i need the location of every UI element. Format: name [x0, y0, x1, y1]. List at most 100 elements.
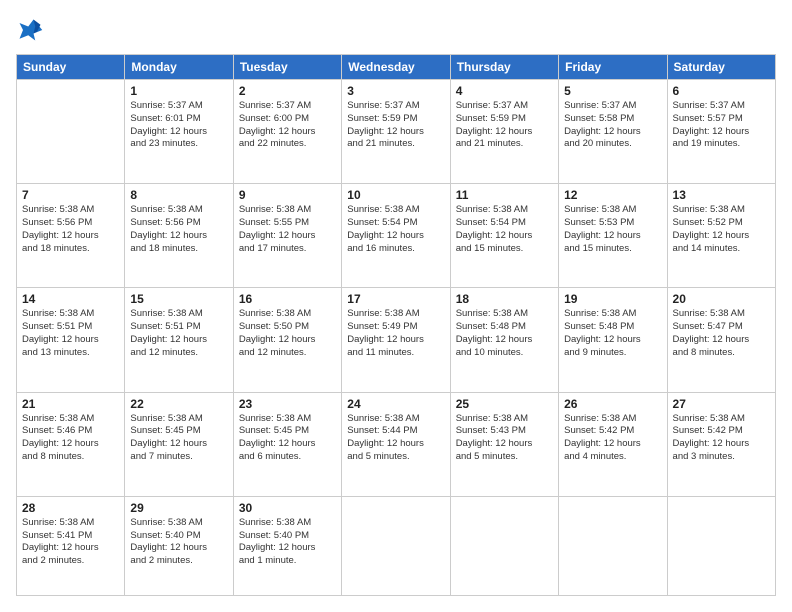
calendar-cell: 15 Sunrise: 5:38 AM Sunset: 5:51 PM Dayli…	[125, 288, 233, 392]
day-info: Sunrise: 5:38 AM Sunset: 5:48 PM Dayligh…	[456, 308, 553, 359]
week-row-4: 28 Sunrise: 5:38 AM Sunset: 5:41 PM Dayli…	[17, 496, 776, 595]
day-number: 7	[22, 188, 119, 202]
day-number: 22	[130, 397, 227, 411]
day-number: 3	[347, 84, 444, 98]
calendar-cell: 19 Sunrise: 5:38 AM Sunset: 5:48 PM Dayli…	[559, 288, 667, 392]
calendar-cell: 1 Sunrise: 5:37 AM Sunset: 6:01 PM Daylig…	[125, 80, 233, 184]
day-number: 19	[564, 292, 661, 306]
calendar-cell: 24Sunrise: 5:38 AM Sunset: 5:44 PM Dayli…	[342, 392, 450, 496]
day-info: Sunrise: 5:38 AM Sunset: 5:52 PM Dayligh…	[673, 204, 770, 255]
calendar-cell: 27 Sunrise: 5:38 AM Sunset: 5:42 PM Dayli…	[667, 392, 775, 496]
calendar-cell: 13 Sunrise: 5:38 AM Sunset: 5:52 PM Dayli…	[667, 184, 775, 288]
day-number: 30	[239, 501, 336, 515]
day-info: Sunrise: 5:38 AM Sunset: 5:40 PM Dayligh…	[239, 517, 336, 568]
day-info: Sunrise: 5:38 AM Sunset: 5:45 PM Dayligh…	[239, 413, 336, 464]
calendar-cell: 30 Sunrise: 5:38 AM Sunset: 5:40 PM Dayli…	[233, 496, 341, 595]
day-number: 9	[239, 188, 336, 202]
day-number: 17	[347, 292, 444, 306]
day-number: 11	[456, 188, 553, 202]
calendar-cell	[559, 496, 667, 595]
calendar-cell	[342, 496, 450, 595]
calendar-cell	[450, 496, 558, 595]
day-number: 12	[564, 188, 661, 202]
calendar-cell: 26 Sunrise: 5:38 AM Sunset: 5:42 PM Dayli…	[559, 392, 667, 496]
day-number: 16	[239, 292, 336, 306]
day-info: Sunrise: 5:38 AM Sunset: 5:45 PM Dayligh…	[130, 413, 227, 464]
day-info: Sunrise: 5:38 AM Sunset: 5:56 PM Dayligh…	[22, 204, 119, 255]
calendar-cell	[667, 496, 775, 595]
day-info: Sunrise: 5:38 AM Sunset: 5:50 PM Dayligh…	[239, 308, 336, 359]
day-number: 28	[22, 501, 119, 515]
calendar-cell: 8 Sunrise: 5:38 AM Sunset: 5:56 PM Daylig…	[125, 184, 233, 288]
day-number: 26	[564, 397, 661, 411]
calendar-cell: 3 Sunrise: 5:37 AM Sunset: 5:59 PM Daylig…	[342, 80, 450, 184]
calendar-cell: 20 Sunrise: 5:38 AM Sunset: 5:47 PM Dayli…	[667, 288, 775, 392]
day-number: 27	[673, 397, 770, 411]
week-row-2: 14Sunrise: 5:38 AM Sunset: 5:51 PM Dayli…	[17, 288, 776, 392]
week-row-3: 21 Sunrise: 5:38 AM Sunset: 5:46 PM Dayli…	[17, 392, 776, 496]
calendar-cell	[17, 80, 125, 184]
day-info: Sunrise: 5:38 AM Sunset: 5:40 PM Dayligh…	[130, 517, 227, 568]
day-info: Sunrise: 5:38 AM Sunset: 5:42 PM Dayligh…	[564, 413, 661, 464]
day-number: 24	[347, 397, 444, 411]
weekday-header-tuesday: Tuesday	[233, 55, 341, 80]
calendar-cell: 17 Sunrise: 5:38 AM Sunset: 5:49 PM Dayli…	[342, 288, 450, 392]
day-info: Sunrise: 5:37 AM Sunset: 5:59 PM Dayligh…	[456, 100, 553, 151]
day-info: Sunrise: 5:38 AM Sunset: 5:48 PM Dayligh…	[564, 308, 661, 359]
day-number: 25	[456, 397, 553, 411]
week-row-1: 7 Sunrise: 5:38 AM Sunset: 5:56 PM Daylig…	[17, 184, 776, 288]
calendar-cell: 25 Sunrise: 5:38 AM Sunset: 5:43 PM Dayli…	[450, 392, 558, 496]
day-info: Sunrise: 5:38 AM Sunset: 5:55 PM Dayligh…	[239, 204, 336, 255]
page: SundayMondayTuesdayWednesdayThursdayFrid…	[0, 0, 792, 612]
day-info: Sunrise: 5:38 AM Sunset: 5:41 PM Dayligh…	[22, 517, 119, 568]
calendar-cell: 2 Sunrise: 5:37 AM Sunset: 6:00 PM Daylig…	[233, 80, 341, 184]
calendar-cell: 14Sunrise: 5:38 AM Sunset: 5:51 PM Dayli…	[17, 288, 125, 392]
calendar-cell: 5 Sunrise: 5:37 AM Sunset: 5:58 PM Daylig…	[559, 80, 667, 184]
day-number: 18	[456, 292, 553, 306]
day-info: Sunrise: 5:37 AM Sunset: 5:59 PM Dayligh…	[347, 100, 444, 151]
calendar-cell: 16 Sunrise: 5:38 AM Sunset: 5:50 PM Dayli…	[233, 288, 341, 392]
day-number: 23	[239, 397, 336, 411]
day-info: Sunrise: 5:38 AM Sunset: 5:47 PM Dayligh…	[673, 308, 770, 359]
day-info: Sunrise: 5:38 AM Sunset: 5:54 PM Dayligh…	[456, 204, 553, 255]
day-number: 2	[239, 84, 336, 98]
day-number: 13	[673, 188, 770, 202]
weekday-header-saturday: Saturday	[667, 55, 775, 80]
day-number: 20	[673, 292, 770, 306]
day-number: 4	[456, 84, 553, 98]
day-number: 6	[673, 84, 770, 98]
day-number: 8	[130, 188, 227, 202]
calendar-cell: 21 Sunrise: 5:38 AM Sunset: 5:46 PM Dayli…	[17, 392, 125, 496]
calendar-cell: 7 Sunrise: 5:38 AM Sunset: 5:56 PM Daylig…	[17, 184, 125, 288]
day-number: 5	[564, 84, 661, 98]
calendar-cell: 18 Sunrise: 5:38 AM Sunset: 5:48 PM Dayli…	[450, 288, 558, 392]
calendar-cell: 29Sunrise: 5:38 AM Sunset: 5:40 PM Dayli…	[125, 496, 233, 595]
weekday-header-wednesday: Wednesday	[342, 55, 450, 80]
day-info: Sunrise: 5:38 AM Sunset: 5:56 PM Dayligh…	[130, 204, 227, 255]
calendar-cell: 23 Sunrise: 5:38 AM Sunset: 5:45 PM Dayli…	[233, 392, 341, 496]
header	[16, 16, 776, 44]
day-info: Sunrise: 5:37 AM Sunset: 5:58 PM Dayligh…	[564, 100, 661, 151]
calendar-cell: 11 Sunrise: 5:38 AM Sunset: 5:54 PM Dayli…	[450, 184, 558, 288]
day-number: 21	[22, 397, 119, 411]
calendar: SundayMondayTuesdayWednesdayThursdayFrid…	[16, 54, 776, 596]
day-info: Sunrise: 5:37 AM Sunset: 6:00 PM Dayligh…	[239, 100, 336, 151]
day-number: 10	[347, 188, 444, 202]
week-row-0: 1 Sunrise: 5:37 AM Sunset: 6:01 PM Daylig…	[17, 80, 776, 184]
day-number: 15	[130, 292, 227, 306]
day-info: Sunrise: 5:38 AM Sunset: 5:46 PM Dayligh…	[22, 413, 119, 464]
day-info: Sunrise: 5:38 AM Sunset: 5:51 PM Dayligh…	[130, 308, 227, 359]
calendar-cell: 22 Sunrise: 5:38 AM Sunset: 5:45 PM Dayli…	[125, 392, 233, 496]
weekday-header-thursday: Thursday	[450, 55, 558, 80]
day-info: Sunrise: 5:37 AM Sunset: 6:01 PM Dayligh…	[130, 100, 227, 151]
logo-icon	[16, 16, 44, 44]
day-number: 1	[130, 84, 227, 98]
calendar-cell: 6 Sunrise: 5:37 AM Sunset: 5:57 PM Daylig…	[667, 80, 775, 184]
day-info: Sunrise: 5:37 AM Sunset: 5:57 PM Dayligh…	[673, 100, 770, 151]
day-info: Sunrise: 5:38 AM Sunset: 5:53 PM Dayligh…	[564, 204, 661, 255]
day-info: Sunrise: 5:38 AM Sunset: 5:43 PM Dayligh…	[456, 413, 553, 464]
day-info: Sunrise: 5:38 AM Sunset: 5:42 PM Dayligh…	[673, 413, 770, 464]
day-info: Sunrise: 5:38 AM Sunset: 5:49 PM Dayligh…	[347, 308, 444, 359]
weekday-header-sunday: Sunday	[17, 55, 125, 80]
calendar-cell: 4 Sunrise: 5:37 AM Sunset: 5:59 PM Daylig…	[450, 80, 558, 184]
